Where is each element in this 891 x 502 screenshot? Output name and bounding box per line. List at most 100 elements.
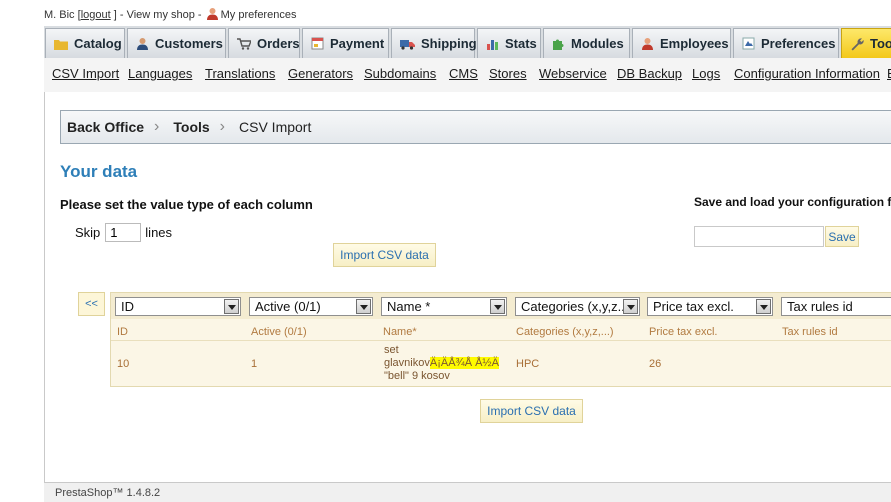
- subnav-more[interactable]: E: [887, 66, 891, 81]
- main-tab-bar: Catalog Customers Orders Payment Shippin…: [44, 26, 891, 59]
- breadcrumb-section[interactable]: Tools: [173, 119, 209, 135]
- chevron-down-icon: [224, 299, 239, 314]
- bar-chart-icon: [487, 39, 498, 50]
- chevron-down-icon: [356, 299, 371, 314]
- breadcrumb: Back Office › Tools › CSV Import: [60, 110, 891, 144]
- column-header-active: Active (0/1): [251, 326, 307, 338]
- tab-customers[interactable]: Customers: [127, 28, 226, 58]
- tab-label: Shipping: [421, 36, 477, 51]
- subnav-db-backup[interactable]: DB Backup: [617, 66, 682, 81]
- select-value: Name *: [387, 299, 431, 314]
- tab-modules[interactable]: Modules: [543, 28, 630, 58]
- name-line-3: "bell" 9 kosov: [384, 370, 450, 382]
- instruction-text: Please set the value type of each column: [60, 197, 313, 212]
- skip-label: Skip: [75, 225, 101, 240]
- column-type-select-tax-rules[interactable]: Tax rules id: [781, 297, 891, 316]
- tab-label: Customers: [155, 36, 223, 51]
- chevron-right-icon: ›: [154, 118, 160, 135]
- tab-label: Tools: [870, 36, 891, 51]
- subnav-csv-import[interactable]: CSV Import: [52, 66, 119, 81]
- chevron-down-icon: [623, 299, 638, 314]
- preferences-icon: [742, 37, 755, 50]
- logout-link[interactable]: logout: [81, 9, 111, 21]
- customer-icon: [137, 38, 148, 50]
- column-header-tax-rules: Tax rules id: [782, 326, 838, 338]
- tab-catalog[interactable]: Catalog: [45, 28, 125, 58]
- my-preferences-link[interactable]: My preferences: [221, 9, 297, 21]
- cell-id: 10: [117, 358, 130, 370]
- tab-label: Orders: [257, 36, 300, 51]
- footer-version: PrestaShop™ 1.4.8.2: [44, 482, 891, 502]
- import-csv-button-bottom[interactable]: Import CSV data: [480, 399, 583, 423]
- page-title: Your data: [60, 162, 138, 181]
- tab-label: Preferences: [761, 36, 836, 51]
- name-encoding-highlight: Ä¡ÄÅ¾Å Å½Ä: [429, 357, 499, 369]
- tab-tools[interactable]: Tools: [841, 28, 891, 58]
- select-value: ID: [121, 299, 134, 314]
- tab-label: Employees: [660, 36, 729, 51]
- tab-payment[interactable]: Payment: [302, 28, 389, 58]
- payment-icon: [311, 37, 324, 50]
- lines-label: lines: [145, 225, 173, 240]
- puzzle-icon: [553, 39, 564, 50]
- tab-orders[interactable]: Orders: [228, 28, 300, 58]
- skip-lines-control: Skip lines: [75, 223, 172, 242]
- column-header-price: Price tax excl.: [649, 326, 718, 338]
- column-type-selectors: ID Active (0/1) Name * Categories (x,y,z…: [111, 293, 891, 319]
- subnav-configuration-information[interactable]: Configuration Information: [734, 66, 880, 81]
- tab-stats[interactable]: Stats: [477, 28, 541, 58]
- row-divider: [111, 340, 891, 341]
- import-csv-button-top[interactable]: Import CSV data: [333, 243, 436, 267]
- column-type-select-id[interactable]: ID: [115, 297, 241, 316]
- employee-icon: [642, 38, 653, 50]
- subnav-webservice[interactable]: Webservice: [539, 66, 607, 81]
- content-area: [44, 92, 891, 488]
- select-value: Categories (x,y,z...): [521, 299, 633, 314]
- name-line-2-text: glavnikov: [384, 357, 430, 369]
- user-icon: [206, 8, 218, 20]
- breadcrumb-root[interactable]: Back Office: [67, 119, 144, 135]
- top-user-bar: M. Bic [logout ] - View my shop - My pre…: [44, 7, 296, 21]
- chevron-down-icon: [756, 299, 771, 314]
- tab-preferences[interactable]: Preferences: [733, 28, 839, 58]
- column-type-select-categories[interactable]: Categories (x,y,z...): [515, 297, 640, 316]
- save-config-button[interactable]: Save: [825, 226, 859, 247]
- previous-columns-button[interactable]: <<: [78, 292, 105, 316]
- subnav-translations[interactable]: Translations: [205, 66, 275, 81]
- column-header-id: ID: [117, 326, 128, 338]
- cart-icon: [237, 37, 251, 50]
- column-type-select-name[interactable]: Name *: [381, 297, 507, 316]
- tab-label: Payment: [330, 36, 385, 51]
- select-value: Price tax excl.: [653, 299, 734, 314]
- subnav-logs[interactable]: Logs: [692, 66, 720, 81]
- truck-icon: [400, 39, 415, 50]
- wrench-icon: [851, 37, 864, 50]
- tab-label: Catalog: [74, 36, 122, 51]
- folder-icon: [54, 39, 68, 50]
- subnav-cms[interactable]: CMS: [449, 66, 478, 81]
- name-line-2: glavnikovÄ¡ÄÅ¾Å Å½Ä: [384, 357, 499, 370]
- view-shop-link[interactable]: View my shop -: [127, 9, 202, 21]
- tab-employees[interactable]: Employees: [632, 28, 731, 58]
- cell-price: 26: [649, 358, 662, 370]
- subnav-languages[interactable]: Languages: [128, 66, 192, 81]
- tab-shipping[interactable]: Shipping: [391, 28, 477, 58]
- tab-label: Modules: [571, 36, 624, 51]
- column-type-select-price[interactable]: Price tax excl.: [647, 297, 773, 316]
- cell-categories: HPC: [516, 358, 540, 370]
- config-name-input[interactable]: [694, 226, 824, 247]
- logout-bracket-close: ] -: [113, 9, 124, 21]
- chevron-right-icon: ›: [219, 118, 225, 135]
- subnav-stores[interactable]: Stores: [489, 66, 527, 81]
- subnav-generators[interactable]: Generators: [288, 66, 353, 81]
- skip-lines-input[interactable]: [105, 223, 142, 242]
- tools-sub-navigation: CSV Import Languages Translations Genera…: [44, 58, 891, 93]
- tab-label: Stats: [505, 36, 537, 51]
- subnav-subdomains[interactable]: Subdomains: [364, 66, 436, 81]
- column-header-name: Name*: [383, 326, 417, 338]
- column-type-select-active[interactable]: Active (0/1): [249, 297, 373, 316]
- breadcrumb-current: CSV Import: [239, 119, 312, 135]
- select-value: Active (0/1): [255, 299, 321, 314]
- user-name: M. Bic: [44, 9, 75, 21]
- save-config-title: Save and load your configuration fo: [694, 195, 891, 209]
